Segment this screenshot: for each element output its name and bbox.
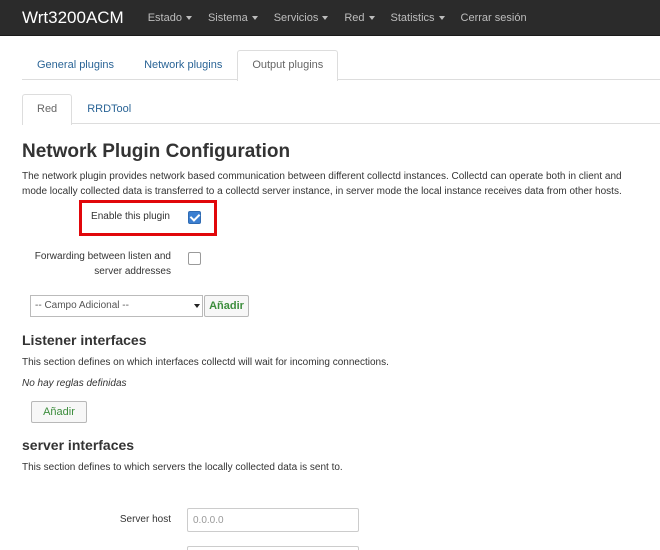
subtab-rrdtool[interactable]: RRDTool — [72, 94, 146, 124]
caret-down-icon — [438, 16, 445, 20]
dropdown-arrow-icon — [194, 304, 200, 308]
caret-down-icon — [185, 16, 192, 20]
forwarding-label-line: Forwarding between listen and — [34, 251, 171, 262]
forwarding-checkbox[interactable] — [188, 252, 201, 265]
highlight-box — [79, 200, 217, 236]
forwarding-label-line: server addresses — [94, 266, 171, 277]
page-description: The network plugin provides network base… — [22, 169, 660, 199]
add-field-button[interactable]: Añadir — [204, 295, 249, 317]
menu-red[interactable]: Red — [336, 0, 382, 36]
menu-servicios[interactable]: Servicios — [266, 0, 337, 36]
add-listener-button[interactable]: Añadir — [31, 401, 87, 423]
description-line: The network plugin provides network base… — [22, 171, 622, 182]
forwarding-label: Forwarding between listen and server add… — [10, 249, 171, 279]
listener-section-title: Listener interfaces — [22, 332, 147, 348]
menu-label: Estado — [147, 11, 182, 24]
caret-down-icon — [322, 16, 329, 20]
caret-down-icon — [251, 16, 258, 20]
server-port-input[interactable] — [187, 546, 359, 550]
extra-field-select[interactable]: -- Campo Adicional -- — [30, 295, 203, 317]
tab-general-plugins[interactable]: General plugins — [22, 50, 129, 80]
server-section-title: server interfaces — [22, 437, 135, 453]
server-host-label: Server host — [119, 514, 171, 525]
menu-statistics[interactable]: Statistics — [383, 0, 453, 36]
caret-down-icon — [368, 16, 375, 20]
menu-logout[interactable]: Cerrar sesión — [453, 0, 535, 36]
description-line: mode locally collected data is transferr… — [22, 186, 622, 197]
menu-label: Servicios — [273, 11, 319, 24]
tab-network-plugins[interactable]: Network plugins — [129, 50, 237, 80]
menu-estado[interactable]: Estado — [140, 0, 200, 36]
top-navbar: Wrt3200ACM Estado Sistema Servicios Red … — [0, 0, 660, 36]
plugin-tabs: General plugins Network plugins Output p… — [22, 50, 660, 81]
page-title: Network Plugin Configuration — [22, 141, 291, 162]
server-section-description: This section defines to which servers th… — [22, 462, 343, 473]
output-plugin-subtabs: Red RRDTool — [22, 94, 660, 125]
server-host-input[interactable] — [187, 508, 359, 532]
tab-output-plugins[interactable]: Output plugins — [237, 50, 339, 81]
menu-label: Sistema — [207, 11, 248, 24]
menu-label: Red — [344, 11, 365, 24]
menu-sistema[interactable]: Sistema — [200, 0, 266, 36]
menu-label: Statistics — [390, 11, 435, 24]
subtab-red[interactable]: Red — [22, 94, 73, 125]
listener-section-description: This section defines on which interfaces… — [22, 357, 389, 368]
no-rules-text: No hay reglas definidas — [22, 378, 127, 389]
menu-label: Cerrar sesión — [460, 11, 527, 24]
brand-title[interactable]: Wrt3200ACM — [0, 8, 140, 28]
select-value: -- Campo Adicional -- — [35, 300, 129, 311]
main-menu: Estado Sistema Servicios Red Statistics … — [140, 0, 535, 36]
